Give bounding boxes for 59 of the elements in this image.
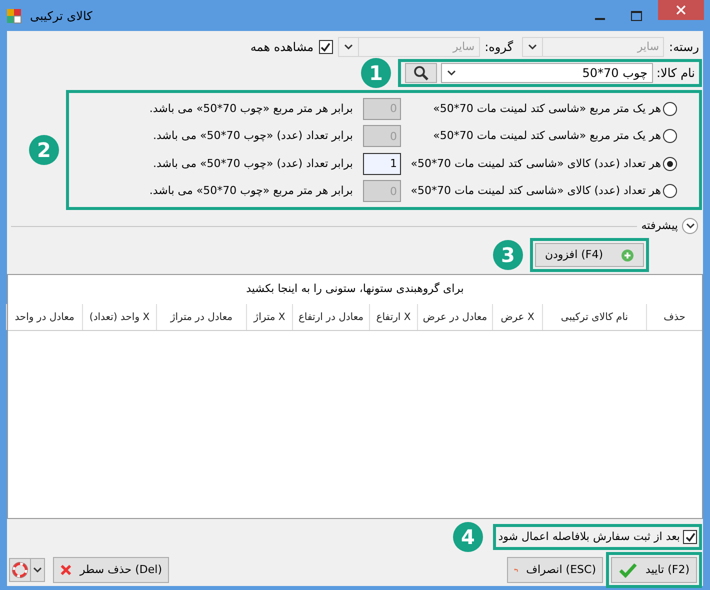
check-icon	[618, 562, 637, 578]
radio-button[interactable]	[663, 184, 677, 198]
column-header[interactable]: نام کالای ترکیبی	[542, 304, 646, 330]
field-label: نام کالا:	[656, 65, 695, 82]
cancel-button[interactable]: (ESC) انصراف	[507, 557, 603, 583]
callout-badge: 2	[29, 135, 59, 165]
column-header[interactable]: حذف	[646, 304, 702, 330]
column-header[interactable]: معادل در متراژ	[156, 304, 246, 330]
column-header[interactable]: معادل در واحد	[6, 304, 82, 330]
chevron-icon	[686, 223, 694, 229]
field-label: رسته:	[669, 39, 699, 56]
radio-button[interactable]	[663, 156, 677, 171]
result-label: برابر تعداد (عدد) «چوب 70*50» می باشد.	[153, 156, 353, 172]
field-label: گروه:	[484, 39, 514, 56]
value-field[interactable]: 1	[363, 152, 401, 175]
app-icon	[6, 8, 22, 24]
column-header[interactable]: معادل در ارتفاع	[292, 304, 369, 330]
combo-value: چوب 70*50	[581, 65, 648, 82]
option-label: هر یک متر مربع «شاسی کتد لمینت مات 70*50»	[432, 100, 661, 117]
minimize-icon	[595, 18, 605, 20]
column-header[interactable]: X متراژ	[246, 304, 292, 330]
cross-icon	[60, 563, 72, 577]
result-label: برابر هر متر مربع «چوب 70*50» می باشد.	[149, 100, 353, 117]
confirm-button[interactable]: (F2) تایید	[611, 557, 697, 583]
search-icon	[413, 65, 429, 81]
combo-value: سایر	[636, 38, 660, 55]
add-button[interactable]: (F4) افزودن	[535, 243, 644, 267]
option-label: هر یک متر مربع «شاسی کتد لمینت مات 70*50»	[432, 128, 661, 144]
group-hint: برای گروهبندی ستونها، ستونی را به اینجا بکشید	[246, 281, 464, 298]
column-header[interactable]: X ارتفاع	[369, 304, 417, 330]
callout-badge: 1	[361, 58, 391, 88]
maximize-icon	[630, 10, 642, 20]
close-icon	[676, 5, 686, 15]
close-button[interactable]	[658, 0, 704, 20]
result-label: برابر تعداد (عدد) «چوب 70*50» می باشد.	[153, 128, 353, 144]
column-header[interactable]: X واحد (تعداد)	[82, 304, 156, 330]
option-label: هر تعداد (عدد) کالای «شاسی کتد لمینت مات 70*50»	[410, 183, 661, 199]
option-label: هر تعداد (عدد) کالای «شاسی کتد لمینت مات 70*50»	[410, 156, 661, 172]
result-label: برابر هر متر مربع «چوب 70*50» می باشد.	[149, 183, 353, 199]
callout-badge: 3	[493, 240, 523, 270]
checkbox-label: بعد از ثبت سفارش بلافاصله اعمال شود	[498, 528, 680, 545]
search-button[interactable]	[405, 63, 437, 83]
section-label: پیشرفته	[641, 218, 678, 234]
checkbox[interactable]	[318, 40, 333, 54]
expand-button[interactable]	[682, 218, 698, 234]
help-dropdown-button[interactable]	[9, 558, 45, 582]
delete-row-button[interactable]: (Del) حذف سطر	[53, 557, 169, 583]
window-title: کالای ترکیبی	[30, 8, 92, 24]
checkbox-label: مشاهده همه	[250, 39, 314, 56]
plus-icon	[621, 248, 634, 262]
radio-button[interactable]	[663, 129, 677, 144]
combo-value: سایر	[451, 38, 476, 55]
lifebuoy-icon	[12, 562, 28, 578]
product-combo[interactable]: چوب 70*50	[441, 63, 652, 83]
column-header[interactable]: معادل در عرض	[417, 304, 492, 330]
callout-badge: 4	[453, 522, 483, 552]
column-header[interactable]: X عرض	[492, 304, 542, 330]
checkbox[interactable]	[683, 530, 697, 544]
radio-button[interactable]	[663, 102, 677, 116]
